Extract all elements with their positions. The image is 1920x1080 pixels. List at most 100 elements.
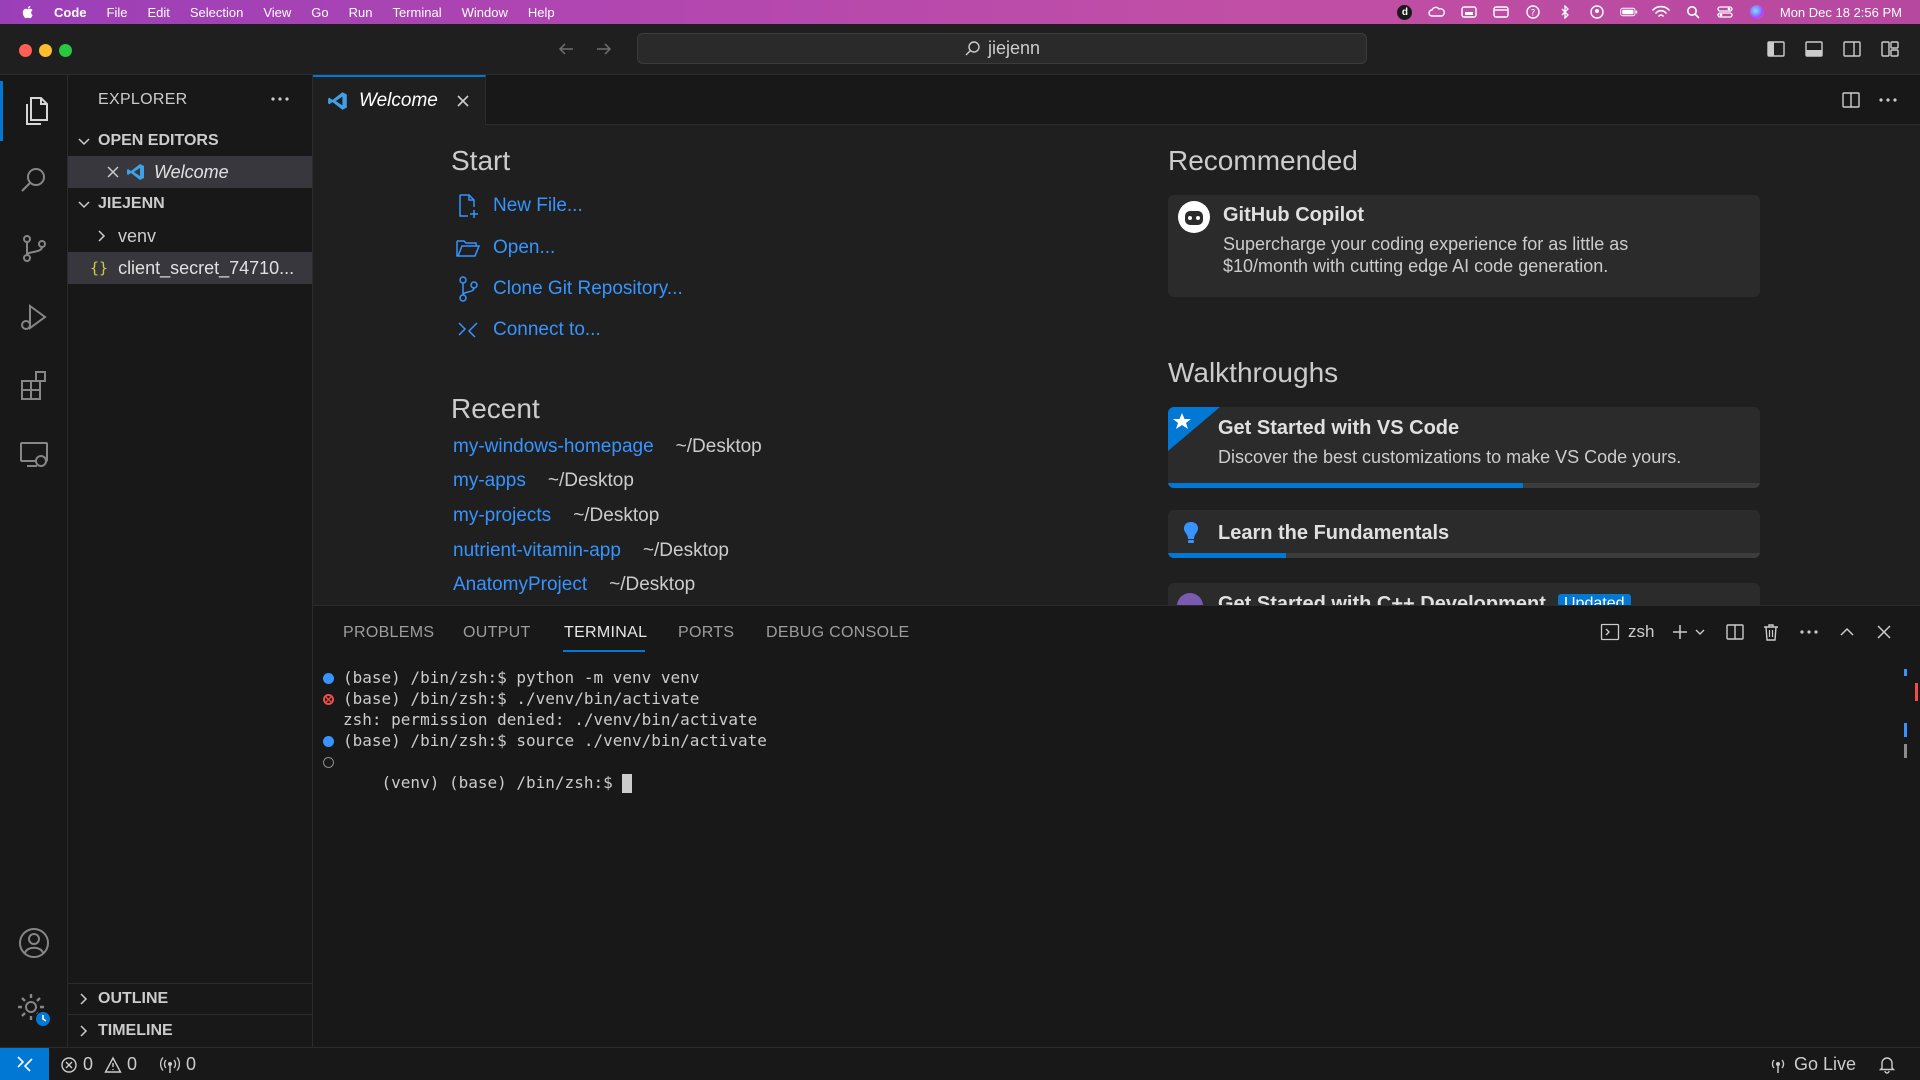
menu-view[interactable]: View — [263, 5, 291, 20]
spotlight-search-icon[interactable] — [1684, 5, 1702, 19]
new-terminal-plus-icon[interactable] — [1670, 622, 1690, 642]
apple-icon[interactable] — [20, 4, 36, 20]
ports-status-item[interactable]: 0 — [160, 1054, 196, 1075]
zoom-window-button[interactable] — [59, 44, 72, 57]
recent-item[interactable]: nutrient-vitamin-app ~/Desktop — [453, 536, 729, 566]
tree-item-client-secret[interactable]: {} client_secret_74710... — [68, 252, 312, 284]
accounts-activity-button[interactable] — [0, 913, 68, 973]
tab-welcome[interactable]: Welcome — [313, 75, 486, 125]
tab-ports[interactable]: PORTS — [678, 624, 734, 642]
trash-icon[interactable] — [1761, 622, 1781, 642]
menu-file[interactable]: File — [107, 5, 128, 20]
menubar-datetime[interactable]: Mon Dec 18 2:56 PM — [1780, 5, 1902, 20]
menu-go[interactable]: Go — [311, 5, 328, 20]
new-file-link[interactable]: New File... — [493, 195, 583, 217]
recent-item-name[interactable]: my-windows-homepage — [453, 436, 654, 458]
bluetooth-icon[interactable] — [1556, 5, 1574, 19]
connect-to-link[interactable]: Connect to... — [493, 319, 601, 341]
menu-selection[interactable]: Selection — [190, 5, 243, 20]
remote-indicator-button[interactable] — [0, 1048, 49, 1080]
copilot-card[interactable]: GitHub Copilot Supercharge your coding e… — [1168, 195, 1760, 297]
go-live-button[interactable]: Go Live — [1768, 1054, 1856, 1075]
forward-arrow-icon[interactable] — [594, 39, 614, 59]
battery-icon[interactable] — [1620, 5, 1638, 19]
explorer-more-actions-icon[interactable] — [269, 89, 291, 109]
menu-terminal[interactable]: Terminal — [393, 5, 442, 20]
control-center-icon[interactable] — [1716, 5, 1734, 19]
command-pending-decoration[interactable] — [323, 757, 334, 768]
split-editor-icon[interactable] — [1841, 90, 1861, 110]
walkthrough-cpp[interactable]: Get Started with C++ Development Updated — [1168, 583, 1760, 605]
status-app-icon[interactable]: d — [1396, 4, 1414, 20]
start-connect-to[interactable]: Connect to... — [455, 315, 601, 345]
minimize-window-button[interactable] — [39, 44, 52, 57]
toggle-panel-icon[interactable] — [1804, 39, 1824, 59]
recent-item[interactable]: my-apps ~/Desktop — [453, 466, 634, 496]
command-success-decoration[interactable] — [323, 673, 334, 684]
command-error-decoration[interactable] — [323, 694, 334, 705]
walkthrough-get-started[interactable]: Get Started with VS Code Discover the be… — [1168, 407, 1760, 488]
wifi-icon[interactable] — [1652, 5, 1670, 19]
open-link[interactable]: Open... — [493, 237, 555, 259]
search-activity-button[interactable] — [0, 150, 68, 210]
timeline-section-header[interactable]: TIMELINE — [68, 1014, 312, 1046]
split-terminal-icon[interactable] — [1725, 622, 1745, 642]
siri-icon[interactable] — [1748, 5, 1766, 19]
user-circle-icon[interactable] — [1588, 5, 1606, 19]
tree-item-venv[interactable]: venv — [68, 220, 312, 252]
remote-explorer-activity-button[interactable] — [0, 424, 68, 484]
recent-item[interactable]: my-windows-homepage ~/Desktop — [453, 432, 762, 462]
command-success-decoration[interactable] — [323, 736, 334, 747]
editor-more-actions-icon[interactable] — [1877, 90, 1899, 110]
close-window-button[interactable] — [19, 44, 32, 57]
open-editor-welcome[interactable]: Welcome — [68, 156, 312, 188]
close-icon[interactable] — [456, 94, 470, 108]
problems-status-item[interactable]: 0 0 — [60, 1054, 137, 1075]
back-arrow-icon[interactable] — [556, 39, 576, 59]
tab-terminal[interactable]: TERMINAL — [564, 624, 647, 642]
extensions-activity-button[interactable] — [0, 356, 68, 416]
close-icon[interactable] — [106, 165, 120, 179]
menu-run[interactable]: Run — [349, 5, 373, 20]
run-debug-activity-button[interactable] — [0, 287, 68, 347]
folder-section-header[interactable]: JIEJENN — [68, 188, 312, 220]
menu-help[interactable]: Help — [528, 5, 555, 20]
calendar-widget-icon[interactable] — [1492, 5, 1510, 19]
command-center-search[interactable]: jiejenn — [637, 33, 1367, 64]
panel-more-actions-icon[interactable] — [1798, 622, 1820, 642]
start-clone-git[interactable]: Clone Git Repository... — [455, 274, 683, 304]
recent-item[interactable]: AnatomyProject ~/Desktop — [453, 570, 695, 600]
open-editors-section-header[interactable]: OPEN EDITORS — [68, 125, 312, 157]
outline-section-header[interactable]: OUTLINE — [68, 983, 312, 1014]
terminal-prompt-line[interactable]: (venv) (base) /bin/zsh:$ — [343, 751, 633, 793]
recent-item-name[interactable]: my-projects — [453, 505, 551, 527]
manage-activity-button[interactable] — [0, 980, 68, 1040]
chevron-down-icon[interactable] — [1693, 624, 1707, 640]
toggle-secondary-sidebar-icon[interactable] — [1842, 39, 1862, 59]
start-open[interactable]: Open... — [455, 233, 555, 263]
start-new-file[interactable]: New File... — [455, 191, 583, 221]
tab-problems[interactable]: PROBLEMS — [343, 624, 434, 642]
menu-window[interactable]: Window — [462, 5, 508, 20]
explorer-activity-button[interactable] — [0, 81, 68, 141]
source-control-activity-button[interactable] — [0, 218, 68, 278]
recent-item[interactable]: my-projects ~/Desktop — [453, 501, 659, 531]
recent-item-name[interactable]: nutrient-vitamin-app — [453, 540, 621, 562]
maximize-panel-icon[interactable] — [1837, 622, 1857, 642]
tab-output[interactable]: OUTPUT — [463, 624, 531, 642]
recent-item-name[interactable]: AnatomyProject — [453, 574, 587, 596]
recent-item-name[interactable]: my-apps — [453, 470, 526, 492]
toggle-primary-sidebar-icon[interactable] — [1766, 39, 1786, 59]
notifications-bell-icon[interactable] — [1877, 1054, 1897, 1074]
clone-git-link[interactable]: Clone Git Repository... — [493, 278, 683, 300]
close-panel-icon[interactable] — [1874, 622, 1894, 642]
tab-debug-console[interactable]: DEBUG CONSOLE — [766, 624, 910, 642]
terminal-shell-selector[interactable]: zsh — [1600, 622, 1654, 642]
walkthrough-fundamentals[interactable]: Learn the Fundamentals — [1168, 510, 1760, 558]
help-circle-icon[interactable]: ? — [1524, 5, 1542, 19]
creative-cloud-icon[interactable] — [1428, 5, 1446, 19]
screen-icon[interactable] — [1460, 5, 1478, 19]
menu-edit[interactable]: Edit — [147, 5, 169, 20]
menu-code[interactable]: Code — [54, 5, 87, 20]
customize-layout-icon[interactable] — [1880, 39, 1900, 59]
